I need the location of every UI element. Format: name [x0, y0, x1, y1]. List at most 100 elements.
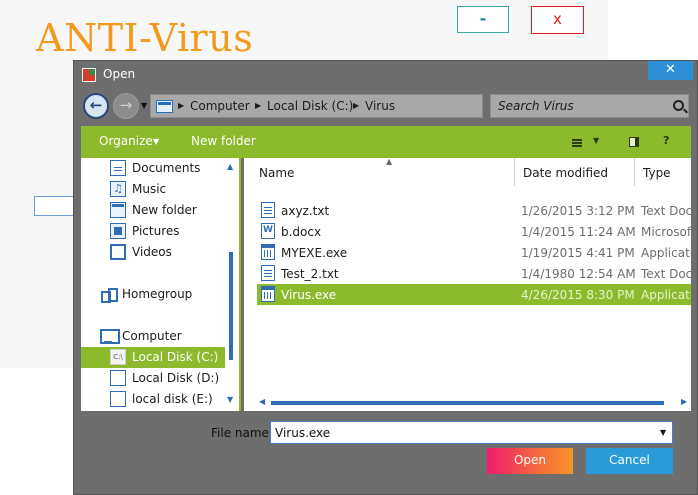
recent-locations-chevron-icon[interactable]: ▼ — [141, 101, 147, 110]
file-name-label: File name: — [211, 426, 273, 440]
file-name-input[interactable] — [275, 424, 645, 441]
forward-arrow-icon[interactable]: → — [113, 93, 139, 119]
cancel-button[interactable]: Cancel — [586, 448, 673, 474]
file-row[interactable]: b.docx 1/4/2015 11:24 AM Microsoft — [257, 221, 691, 242]
help-icon[interactable]: ? — [663, 134, 669, 147]
computer-icon — [100, 328, 120, 344]
nav-item-label: New folder — [132, 203, 197, 217]
nav-item-label: Computer — [122, 329, 182, 343]
nav-item-label: Local Disk (D:) — [132, 371, 220, 385]
search-icon[interactable] — [673, 100, 684, 111]
sort-ascending-icon: ▲ — [386, 158, 393, 166]
chevron-down-icon[interactable]: ▼ — [153, 137, 159, 146]
file-date-modified: 1/19/2015 4:41 PM — [521, 246, 635, 260]
file-name: b.docx — [281, 225, 322, 239]
dialog-toolbar: Organize ▼ New folder ▼ ? — [81, 126, 691, 158]
screen: ANTI-Virus - x Open ✕ ← → ▼ ▶ Computer ▶… — [0, 0, 698, 495]
file-name: MYEXE.exe — [281, 246, 348, 260]
scroll-right-arrow-icon[interactable]: ▶ — [681, 397, 687, 406]
file-date-modified: 4/26/2015 8:30 PM — [521, 288, 635, 302]
app-close-button[interactable]: x — [531, 6, 584, 34]
nav-item-label: Documents — [132, 161, 201, 175]
view-options-icon[interactable] — [572, 138, 582, 147]
nav-item-pictures[interactable]: Pictures — [110, 221, 225, 242]
scroll-up-arrow-icon[interactable]: ▲ — [227, 162, 233, 171]
file-date-modified: 1/26/2015 3:12 PM — [521, 204, 635, 218]
file-name: axyz.txt — [281, 204, 330, 218]
nav-item-label: Pictures — [132, 224, 180, 238]
column-header-date-modified[interactable]: Date modified — [515, 158, 635, 186]
breadcrumb-chevron-icon[interactable]: ▶ — [178, 101, 184, 110]
open-file-dialog: Open ✕ ← → ▼ ▶ Computer ▶ Local Disk (C:… — [73, 60, 698, 495]
file-date-modified: 1/4/2015 11:24 AM — [521, 225, 636, 239]
chevron-down-icon[interactable]: ▼ — [593, 136, 599, 145]
navigation-bar: ← → ▼ ▶ Computer ▶ Local Disk (C:) ▶ Vir… — [74, 91, 697, 123]
dialog-titlebar[interactable]: Open ✕ — [74, 61, 697, 89]
text-file-icon — [261, 202, 275, 218]
scroll-left-arrow-icon[interactable]: ◀ — [259, 397, 265, 406]
column-header-name[interactable]: ▲ Name — [251, 158, 514, 186]
nav-item-label: Local Disk (C:) — [132, 350, 219, 364]
search-box — [490, 94, 689, 118]
folder-icon — [110, 202, 126, 218]
videos-icon — [110, 244, 126, 260]
chevron-down-icon[interactable]: ▼ — [660, 428, 666, 437]
file-type: Text Docu — [641, 204, 691, 218]
nav-pane-scrollbar-thumb[interactable] — [229, 252, 233, 360]
nav-item-videos[interactable]: Videos — [110, 242, 225, 263]
scroll-down-arrow-icon[interactable]: ▼ — [227, 395, 233, 404]
file-date-modified: 1/4/1980 12:54 AM — [521, 267, 636, 281]
file-name-combobox: ▼ — [270, 421, 673, 444]
column-header-label: Date modified — [523, 166, 609, 180]
dialog-app-icon — [82, 68, 96, 82]
nav-item-music[interactable]: ♫ Music — [110, 179, 225, 200]
nav-item-local-disk-c[interactable]: C:\ Local Disk (C:) — [81, 347, 225, 368]
file-row[interactable]: MYEXE.exe 1/19/2015 4:41 PM Applicatio — [257, 242, 691, 263]
nav-item-label: Homegroup — [122, 287, 193, 301]
nav-item-homegroup[interactable]: Homegroup — [100, 284, 225, 305]
file-name: Test_2.txt — [281, 267, 339, 281]
nav-item-new-folder[interactable]: New folder — [110, 200, 225, 221]
text-file-icon — [261, 265, 275, 281]
horizontal-scrollbar-thumb[interactable] — [271, 401, 664, 405]
file-type: Applicatio — [641, 246, 691, 260]
preview-pane-icon[interactable] — [629, 137, 639, 147]
file-type: Text Docu — [641, 267, 691, 281]
minimize-button[interactable]: - — [457, 6, 509, 33]
pictures-icon — [110, 223, 126, 239]
breadcrumb-chevron-icon[interactable]: ▶ — [353, 101, 359, 110]
nav-item-label: local disk (E:) — [132, 392, 213, 406]
back-arrow-icon[interactable]: ← — [83, 93, 109, 119]
word-file-icon — [261, 223, 275, 239]
file-type: Applicatio — [641, 288, 691, 302]
nav-item-local-disk-e[interactable]: local disk (E:) — [110, 389, 225, 410]
open-button[interactable]: Open — [487, 448, 573, 474]
nav-item-label: Videos — [132, 245, 172, 259]
file-name: Virus.exe — [281, 288, 337, 302]
nav-item-local-disk-d[interactable]: Local Disk (D:) — [110, 368, 225, 389]
horizontal-scrollbar[interactable]: ◀ ▶ — [257, 395, 691, 409]
nav-item-documents[interactable]: Documents — [110, 158, 225, 179]
file-row-selected[interactable]: Virus.exe 4/26/2015 8:30 PM Applicatio — [257, 284, 691, 305]
breadcrumb-chevron-icon[interactable]: ▶ — [255, 101, 261, 110]
file-row[interactable]: axyz.txt 1/26/2015 3:12 PM Text Docu — [257, 200, 691, 221]
organize-menu-button[interactable]: Organize — [99, 134, 153, 148]
breadcrumb-local-disk-c[interactable]: Local Disk (C:) — [267, 99, 353, 113]
exe-file-icon — [261, 244, 275, 260]
column-header-type[interactable]: Type — [635, 158, 691, 186]
column-header-label: Name — [259, 166, 295, 180]
search-input[interactable] — [498, 98, 658, 114]
file-row[interactable]: Test_2.txt 1/4/1980 12:54 AM Text Docu — [257, 263, 691, 284]
documents-icon — [110, 160, 126, 176]
dialog-close-button[interactable]: ✕ — [648, 61, 693, 80]
column-header-label: Type — [643, 166, 671, 180]
breadcrumb-computer[interactable]: Computer — [190, 99, 250, 113]
dialog-title: Open — [103, 67, 136, 81]
nav-item-computer[interactable]: Computer — [100, 326, 225, 347]
address-bar[interactable]: ▶ Computer ▶ Local Disk (C:) ▶ Virus — [150, 94, 483, 118]
breadcrumb-virus[interactable]: Virus — [365, 99, 395, 113]
new-folder-button[interactable]: New folder — [191, 134, 256, 148]
nav-item-label: Music — [132, 182, 167, 196]
folder-icon — [156, 100, 173, 113]
navigation-pane: Documents ♫ Music New folder Pictures Vi… — [81, 158, 241, 411]
